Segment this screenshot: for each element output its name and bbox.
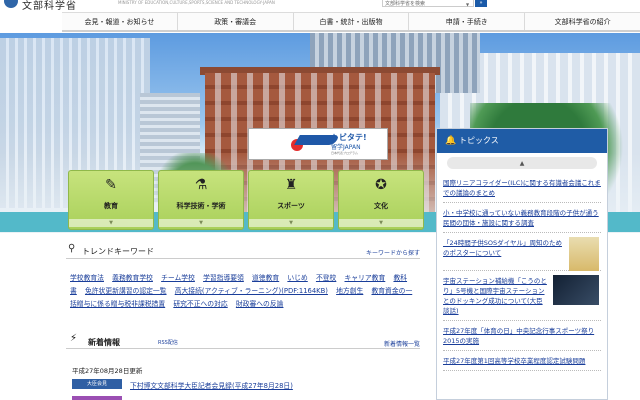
topic-text: 「24時間子供SOSダイヤル」周知のためのポスターについて — [443, 239, 562, 257]
global-nav: 会見・報道・お知らせ 政策・審議会 白書・統計・出版物 申請・手続き 文部科学省… — [62, 12, 640, 32]
topics-header: 🔔 トピックス — [437, 129, 607, 153]
topic-item[interactable]: 宇宙ステーション補給機「こうのとり」5号機と国際宇宙ステーションとのドッキング成… — [443, 271, 601, 321]
pin-icon: ⚲ — [68, 243, 76, 254]
keyword-link[interactable]: 学校教育法 — [70, 274, 104, 282]
keyword-link[interactable]: チーム学校 — [161, 274, 195, 282]
tile-science[interactable]: ⚗ 科学技術・学術 ▼ — [158, 170, 244, 230]
keyword-link[interactable]: 免許状更新講習の認定一覧 — [85, 287, 167, 295]
topic-text: 宇宙ステーション補給機「こうのとり」5号機と国際宇宙ステーションとのドッキング成… — [443, 277, 547, 315]
topic-item[interactable]: 平成27年度「体育の日」中央記念行事スポーツ祭り2015の実施 — [443, 321, 601, 351]
keyword-link[interactable]: 義務教育学校 — [112, 274, 153, 282]
news-title: 新着情報 — [88, 338, 120, 347]
trend-keywords: 学校教育法 義務教育学校 チーム学校 学習指導要領 道徳教育 いじめ 不登校 キ… — [70, 272, 418, 311]
trend-keywords-header: ⚲ トレンドキーワード キーワードから探す — [66, 243, 420, 259]
topic-item[interactable]: 小・中学校に通っていない義務教育段階の子供が通う民間の団体・施設に関する調査 — [443, 203, 601, 233]
tile-label: 科学技術・学術 — [176, 202, 226, 210]
tobitate-banner[interactable]: トビタテ! 留学JAPAN 日本代表プログラム — [248, 128, 388, 160]
site-logo-text[interactable]: 文部科学省 — [22, 0, 77, 12]
rss-link[interactable]: RSS配信 — [158, 339, 178, 346]
keyword-link[interactable]: キャリア教育 — [345, 274, 386, 282]
tile-label: 教育 — [104, 202, 118, 210]
keyword-link[interactable]: 道徳教育 — [252, 274, 279, 282]
tile-sports[interactable]: ♜ スポーツ ▼ — [248, 170, 334, 230]
runner-icon: ♜ — [284, 177, 298, 193]
site-logo-subtitle: MINISTRY OF EDUCATION,CULTURE,SPORTS,SCI… — [118, 0, 275, 5]
nav-item-whitepaper[interactable]: 白書・統計・出版物 — [294, 13, 410, 30]
iss-thumbnail — [553, 275, 599, 305]
topic-item[interactable]: 「24時間子供SOSダイヤル」周知のためのポスターについて — [443, 233, 601, 271]
tile-culture[interactable]: ✪ 文化 ▼ — [338, 170, 424, 230]
banner-tagline: 日本代表プログラム — [331, 151, 358, 155]
nav-item-procedures[interactable]: 申請・手続き — [409, 13, 526, 30]
site-header: 文部科学省 MINISTRY OF EDUCATION,CULTURE,SPOR… — [0, 0, 640, 12]
lightning-icon: ⚡ — [70, 333, 78, 344]
chevron-down-icon: ▼ — [69, 219, 153, 227]
banner-subtitle: 留学JAPAN — [331, 144, 361, 151]
news-header: ⚡ 新着情報 RSS配信 新着情報一覧 — [66, 333, 420, 349]
scroll-up-button[interactable]: ▲ — [447, 157, 597, 169]
chevron-down-icon: ▼ — [249, 219, 333, 227]
flask-icon: ⚗ — [194, 177, 208, 193]
keyword-link[interactable]: 高大接続(アクティブ・ラーニング)(PDF:1164KB) — [175, 287, 328, 295]
topic-item[interactable]: 国際リニアコライダー(ILC)に関する有識者会議これまでの議論のまとめ — [443, 173, 601, 203]
tile-education[interactable]: ✎ 教育 ▼ — [68, 170, 154, 230]
mext-logo-icon[interactable] — [4, 0, 18, 8]
search-button[interactable]: » — [475, 0, 487, 7]
tile-label: スポーツ — [277, 202, 305, 210]
keyword-link[interactable]: いじめ — [287, 274, 307, 282]
keyword-link[interactable]: 地方創生 — [336, 287, 363, 295]
tile-label: 文化 — [374, 202, 388, 210]
keyword-link[interactable]: 財政審への反論 — [236, 300, 284, 308]
news-category-badge: 大臣会見 — [72, 379, 122, 389]
search-input[interactable]: 文部科学省を検索 — [382, 0, 474, 7]
topic-item[interactable]: 平成27年度第1回高等学校卒業程度認定試験問題 — [443, 351, 601, 371]
topics-panel: 🔔 トピックス ▲ 国際リニアコライダー(ILC)に関する有識者会議これまでの議… — [436, 128, 608, 400]
news-list-link[interactable]: 新着情報一覧 — [384, 339, 420, 348]
poster-thumbnail — [569, 237, 599, 271]
news-date: 平成27年08月28日更新 — [72, 367, 143, 375]
nav-item-press[interactable]: 会見・報道・お知らせ — [62, 13, 178, 30]
bell-icon: 🔔 — [445, 136, 457, 146]
nav-item-about[interactable]: 文部科学省の紹介 — [525, 13, 640, 30]
chevron-down-icon: ▼ — [159, 219, 243, 227]
chevron-down-icon: ▼ — [339, 219, 423, 227]
keyword-link[interactable]: 研究不正への対応 — [173, 300, 227, 308]
nav-item-policy[interactable]: 政策・審議会 — [178, 13, 294, 30]
trend-title: トレンドキーワード — [82, 247, 154, 256]
topics-title: トピックス — [459, 136, 499, 145]
news-item-link[interactable]: 下村博文文部科学大臣記者会見録(平成27年8月28日) — [130, 380, 293, 390]
chevron-down-icon[interactable]: ▼ — [466, 2, 469, 7]
pencil-icon: ✎ — [105, 177, 117, 193]
keyword-link[interactable]: 学習指導要領 — [203, 274, 244, 282]
medal-icon: ✪ — [375, 177, 387, 193]
keyword-search-link[interactable]: キーワードから探す — [366, 248, 420, 257]
keyword-link[interactable]: 不登校 — [316, 274, 336, 282]
news-category-badge-next — [72, 396, 122, 400]
